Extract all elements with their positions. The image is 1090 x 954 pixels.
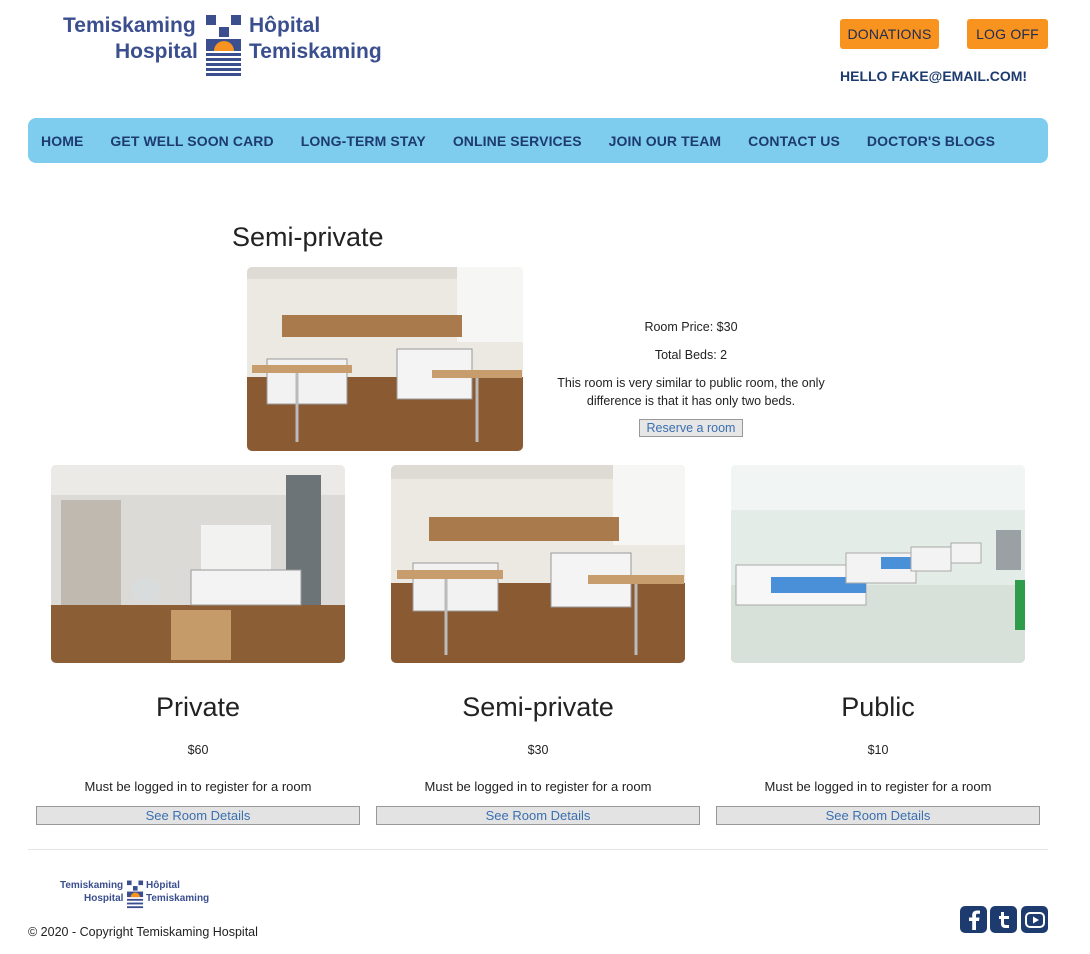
featured-room-beds: Total Beds: 2 — [654, 348, 728, 362]
footer-logo-text-en-2: Hospital — [84, 893, 124, 904]
featured-room-description: This room is very similar to public room… — [557, 376, 825, 408]
footer-logo-text-en-1: Temiskaming — [60, 880, 124, 891]
semi-private-room-price: $30 — [527, 743, 549, 757]
logo-text-fr-2: Temiskaming — [249, 40, 382, 63]
footer-logo-text-fr-2: Temiskaming — [146, 893, 210, 904]
user-greeting: HELLO FAKE@EMAIL.COM! — [840, 68, 1028, 84]
featured-room-title: Semi-private — [232, 222, 384, 252]
hospital-logo[interactable]: Temiskaming Hospital Hôpital Temiskaming — [63, 14, 393, 80]
public-room-title: Public — [841, 692, 915, 722]
footer-logo-text-fr-1: Hôpital — [146, 880, 180, 891]
private-room-price: $60 — [187, 743, 209, 757]
footer-logo-emblem-icon — [127, 880, 144, 909]
twitter-icon[interactable] — [990, 906, 1017, 933]
semi-private-room-photo — [391, 465, 685, 663]
private-room-login-note: Must be logged in to register for a room — [84, 779, 312, 794]
featured-room-price: Room Price: $30 — [644, 320, 738, 334]
nav-item-get-well-soon-card[interactable]: GET WELL SOON CARD — [110, 133, 273, 149]
private-room-details-button[interactable]: See Room Details — [36, 806, 360, 825]
nav-item-long-term-stay[interactable]: LONG-TERM STAY — [301, 133, 426, 149]
nav-item-home[interactable]: HOME — [41, 133, 83, 149]
logoff-button[interactable]: LOG OFF — [967, 19, 1048, 49]
reserve-room-button[interactable]: Reserve a room — [638, 419, 744, 437]
logo-text-en-1: Temiskaming — [63, 14, 196, 37]
featured-room-photo — [247, 267, 523, 451]
public-room-price: $10 — [867, 743, 889, 757]
nav-item-doctors-blogs[interactable]: DOCTOR'S BLOGS — [867, 133, 995, 149]
logo-emblem-icon — [206, 15, 241, 76]
main-nav: HOME GET WELL SOON CARD LONG-TERM STAY O… — [28, 118, 1048, 163]
public-room-photo — [731, 465, 1025, 663]
nav-item-contact-us[interactable]: CONTACT US — [748, 133, 840, 149]
public-room-login-note: Must be logged in to register for a room — [764, 779, 992, 794]
facebook-icon[interactable] — [960, 906, 987, 933]
youtube-icon[interactable] — [1021, 906, 1048, 933]
featured-room-info: Room Price: $30 Total Beds: 2 This room … — [545, 318, 837, 437]
nav-item-join-our-team[interactable]: JOIN OUR TEAM — [609, 133, 722, 149]
semi-private-room-details-button[interactable]: See Room Details — [376, 806, 700, 825]
logo-text-fr-1: Hôpital — [249, 14, 321, 37]
semi-private-room-login-note: Must be logged in to register for a room — [424, 779, 652, 794]
donations-button[interactable]: DONATIONS — [840, 19, 939, 49]
public-room-details-button[interactable]: See Room Details — [716, 806, 1040, 825]
copyright-text: © 2020 - Copyright Temiskaming Hospital — [28, 925, 258, 939]
footer-divider — [28, 849, 1048, 850]
private-room-photo — [51, 465, 345, 663]
logo-text-en-2: Hospital — [115, 40, 198, 63]
semi-private-room-title: Semi-private — [462, 692, 614, 722]
private-room-title: Private — [155, 692, 241, 722]
footer-logo[interactable]: Temiskaming Hospital Hôpital Temiskaming — [60, 880, 220, 912]
nav-item-online-services[interactable]: ONLINE SERVICES — [453, 133, 582, 149]
